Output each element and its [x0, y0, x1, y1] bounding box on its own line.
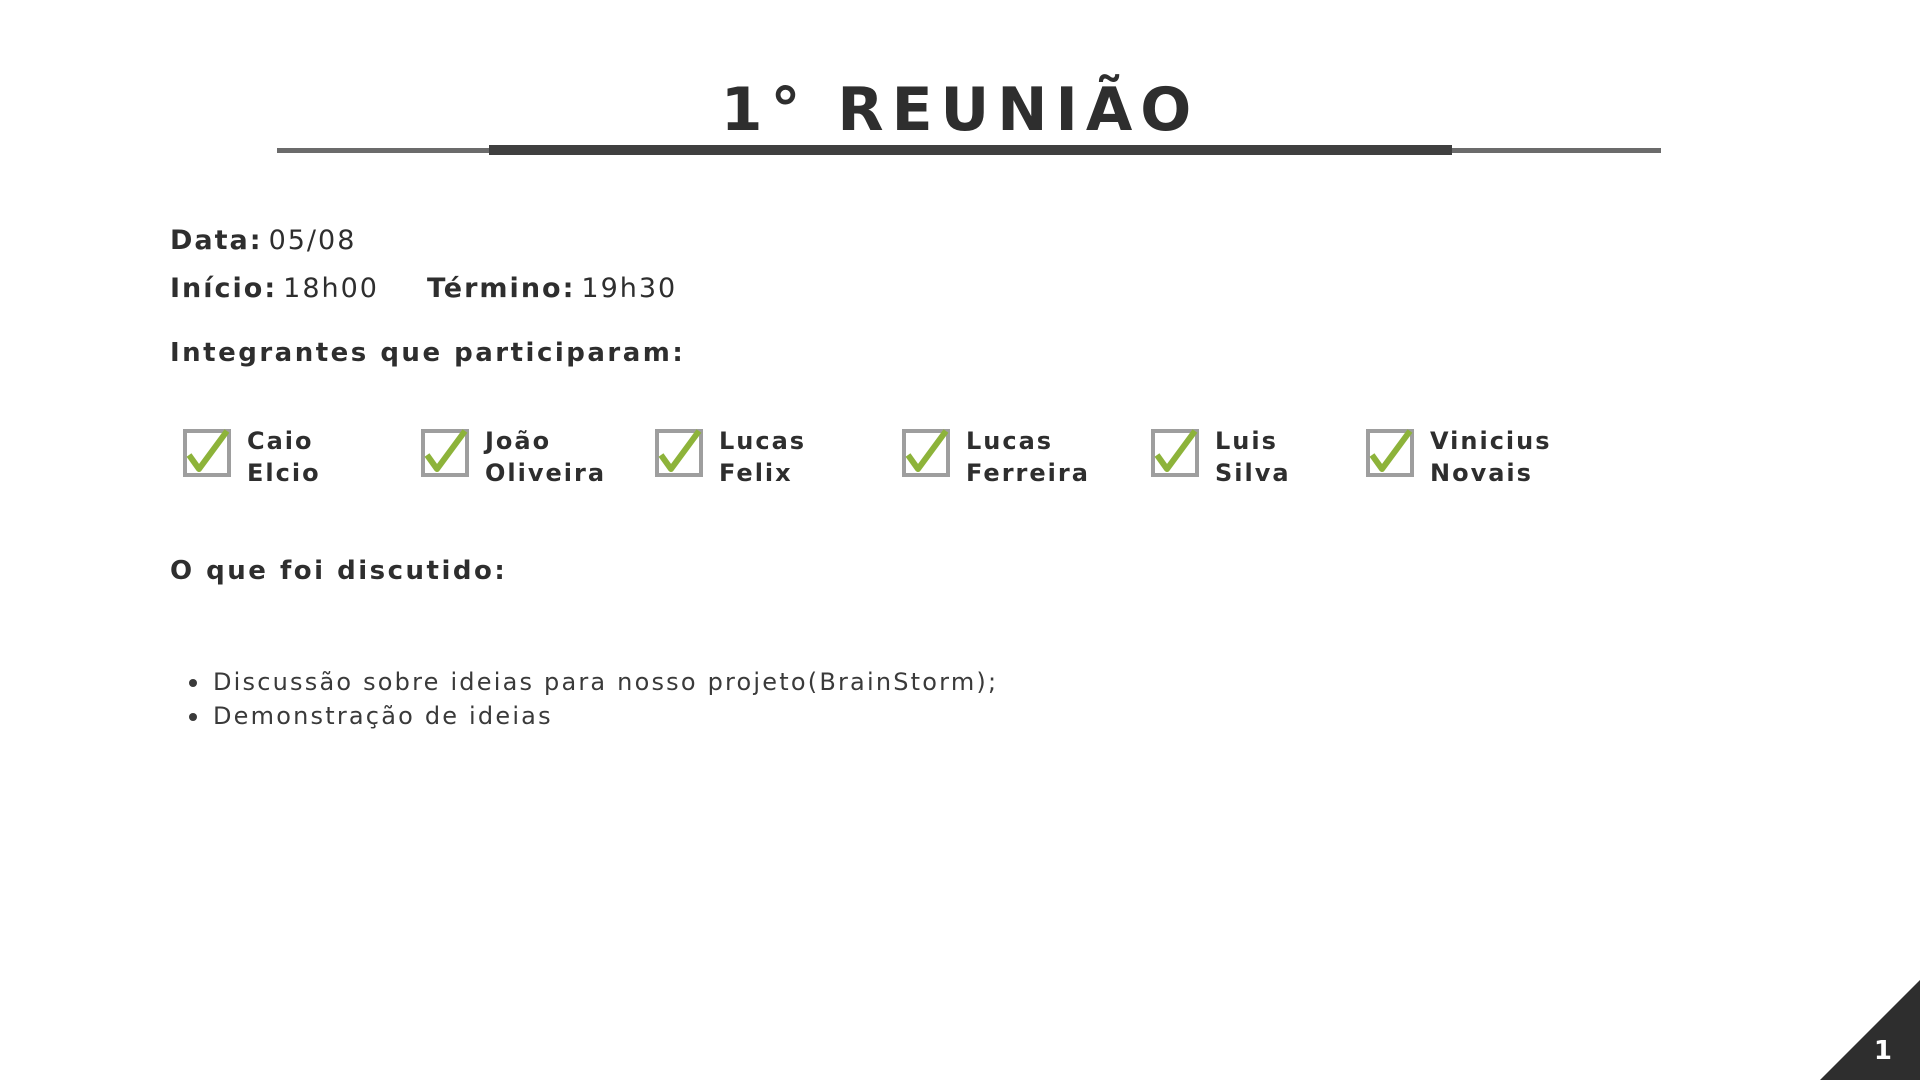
members-heading: Integrantes que participaram:: [170, 338, 686, 368]
checkbox-checked-icon: [1151, 429, 1199, 477]
checkbox-checked-icon: [902, 429, 950, 477]
member-last-name: Elcio: [247, 459, 321, 487]
member-last-name: Ferreira: [966, 459, 1090, 487]
discussed-list: Discussão sobre ideias para nosso projet…: [185, 665, 998, 733]
member-first-name: João: [485, 427, 552, 455]
time-line: Início: 18h00 Término: 19h30: [170, 273, 677, 304]
member-name: Vinicius Novais: [1430, 425, 1552, 489]
member-name: Caio Elcio: [247, 425, 321, 489]
slide: 1° REUNIÃO Data: 05/08 Início: 18h00 Términ…: [0, 0, 1920, 1080]
checkbox-checked-icon: [655, 429, 703, 477]
page-title: 1° REUNIÃO: [720, 75, 1200, 145]
end-label: Término:: [426, 273, 576, 304]
checkbox-checked-icon: [421, 429, 469, 477]
list-item: Discussão sobre ideias para nosso projet…: [185, 665, 998, 699]
member-first-name: Luis: [1215, 427, 1278, 455]
member-name: Lucas Ferreira: [966, 425, 1090, 489]
title-underline-thick: [489, 145, 1452, 155]
date-value: 05/08: [268, 225, 357, 256]
checkbox-checked-icon: [1366, 429, 1414, 477]
member-name: Luis Silva: [1215, 425, 1291, 489]
start-value: 18h00: [283, 273, 379, 304]
member-first-name: Lucas: [719, 427, 807, 455]
checkbox-checked-icon: [183, 429, 231, 477]
date-line: Data: 05/08: [170, 225, 356, 256]
member-last-name: Novais: [1430, 459, 1533, 487]
member-first-name: Vinicius: [1430, 427, 1552, 455]
member-name: Lucas Felix: [719, 425, 806, 489]
page-number: 1: [1873, 1036, 1892, 1066]
member-first-name: Caio: [247, 427, 314, 455]
list-item: Demonstração de ideias: [185, 699, 998, 733]
start-label: Início:: [170, 273, 278, 304]
end-value: 19h30: [581, 273, 678, 304]
member-last-name: Felix: [719, 459, 793, 487]
member-first-name: Lucas: [966, 427, 1054, 455]
member-last-name: Oliveira: [485, 459, 607, 487]
member-name: João Oliveira: [485, 425, 606, 489]
member-last-name: Silva: [1215, 459, 1291, 487]
corner-triangle: [1820, 980, 1920, 1080]
discussed-heading: O que foi discutido:: [170, 556, 508, 586]
date-label: Data:: [170, 225, 263, 256]
